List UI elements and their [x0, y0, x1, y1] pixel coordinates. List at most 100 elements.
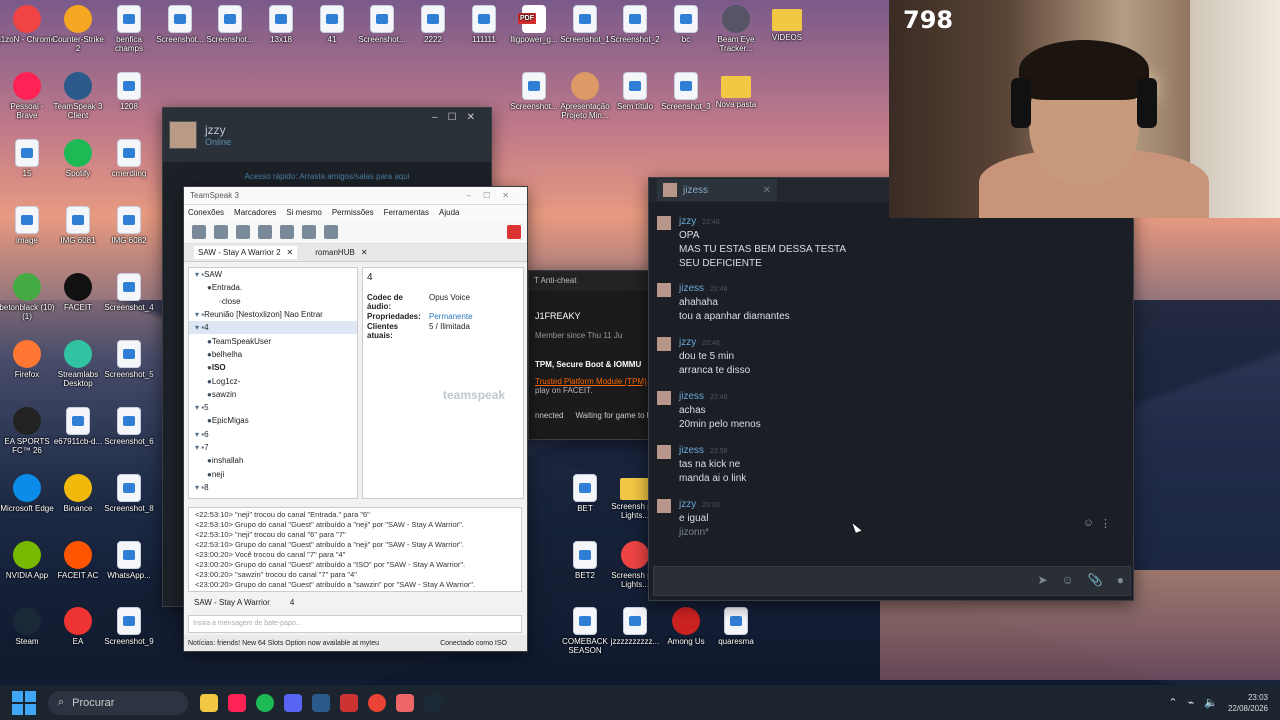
message-author[interactable]: jizess 22:48: [679, 391, 728, 402]
desktop-icon[interactable]: benfica champs: [101, 5, 157, 53]
steam-icon[interactable]: [424, 693, 442, 712]
close-icon[interactable]: ✕: [763, 185, 771, 196]
away-icon[interactable]: [258, 224, 272, 239]
client-row[interactable]: ● inshallah: [189, 454, 357, 467]
desktop-icon[interactable]: 41: [304, 5, 360, 44]
desktop-icon[interactable]: Microsoft Edge: [0, 474, 55, 513]
desktop-icon[interactable]: betonblack (10) (1): [0, 273, 55, 321]
chat-tab-jizess[interactable]: jizess ✕: [657, 179, 777, 201]
desktop-icon[interactable]: Screenshot...: [354, 5, 410, 44]
desktop-icon[interactable]: IMG 6082: [101, 206, 157, 245]
teamspeak-window-controls[interactable]: –☐✕: [467, 191, 527, 200]
brave-icon[interactable]: [228, 693, 246, 712]
desktop-icon[interactable]: Screenshot_6: [101, 407, 157, 446]
desktop-icon[interactable]: Firefox: [0, 340, 55, 379]
desktop-icon[interactable]: Among Us: [658, 607, 714, 646]
faceit-username[interactable]: J1FREAKY: [535, 311, 651, 321]
tab-server-1[interactable]: SAW - Stay A Warrior 2 ✕: [194, 246, 298, 259]
emoji-icon[interactable]: ☺: [1062, 573, 1074, 587]
desktop-icon[interactable]: Sem título: [607, 72, 663, 111]
client-row[interactable]: ◦ close: [189, 295, 357, 308]
desktop-icon[interactable]: Screenshot_9: [101, 607, 157, 646]
taskbar-search[interactable]: ⌕ Procurar: [48, 690, 188, 715]
chat-input[interactable]: Insira a mensagem de bate-papo...: [188, 615, 522, 633]
desktop-icon[interactable]: Screenshot...: [202, 5, 258, 44]
menu-item[interactable]: Ferramentas: [384, 208, 429, 217]
client-row[interactable]: ● EpicMigas: [189, 414, 357, 427]
client-row[interactable]: ● sawzin: [189, 388, 357, 401]
spotify-icon[interactable]: [256, 693, 274, 712]
mute-mic-icon[interactable]: [324, 224, 338, 239]
menu-item[interactable]: Si mesmo: [286, 208, 322, 217]
client-row[interactable]: ● Entrada.: [189, 281, 357, 294]
client-row[interactable]: ● neji: [189, 467, 357, 480]
faceit-ac-icon[interactable]: [340, 693, 358, 712]
close-icon[interactable]: ✕: [287, 248, 294, 257]
teamspeak-icon[interactable]: [312, 693, 330, 712]
desktop-icon[interactable]: BET: [557, 474, 613, 513]
desktop-icon[interactable]: IMG 6081: [50, 206, 106, 245]
desktop-icon[interactable]: Screenshot_5: [101, 340, 157, 379]
desktop-icon[interactable]: Counter-Strike 2: [50, 5, 106, 53]
channel-row[interactable]: ▾ ▪ 4: [189, 321, 357, 335]
more-options-icon[interactable]: ⋮: [1100, 517, 1111, 530]
message-author[interactable]: jzzy 23:03: [679, 499, 720, 510]
windows-start-icon[interactable]: [12, 690, 36, 715]
channel-row[interactable]: ▾ ▪ 7: [189, 441, 357, 454]
close-icon[interactable]: ✕: [361, 248, 368, 257]
contacts-icon[interactable]: [302, 224, 316, 239]
desktop-icon[interactable]: FACEIT AC: [50, 541, 106, 580]
emoji-react-icon[interactable]: ☺: [1083, 517, 1094, 530]
bookmark-icon[interactable]: [214, 224, 228, 239]
desktop-icon[interactable]: j1zoN - Chrome: [0, 5, 55, 44]
menu-item[interactable]: Ajuda: [439, 208, 459, 217]
desktop-icon[interactable]: jzzzzzzzzzz...: [607, 607, 663, 646]
desktop-icon[interactable]: VIDEOS: [759, 5, 815, 42]
volume-icon[interactable]: 🔈: [1204, 696, 1218, 709]
friends-username[interactable]: jzzy: [205, 123, 231, 137]
menu-item[interactable]: Conexões: [188, 208, 224, 217]
attach-icon[interactable]: 📎: [1088, 573, 1103, 587]
chat-message-input[interactable]: ➤ ☺ 📎 ●: [653, 566, 1131, 596]
desktop-icon[interactable]: Streamlabs Desktop: [50, 340, 106, 388]
file-explorer-icon[interactable]: [200, 693, 218, 712]
desktop-icon[interactable]: quaresma: [708, 607, 764, 646]
desktop-icon[interactable]: Beam Eye Tracker...: [708, 5, 764, 53]
desktop-icon[interactable]: Screenshot...: [506, 72, 562, 111]
desktop-icon[interactable]: WhatsApp...: [101, 541, 157, 580]
desktop-icon[interactable]: cmerdling: [101, 139, 157, 178]
chat-icon[interactable]: [280, 224, 294, 239]
desktop-icon[interactable]: Apresentação Projeto Min...: [557, 72, 613, 120]
faceit-tpm-link[interactable]: Trusted Platform Module (TPM): [535, 377, 651, 386]
desktop-icon[interactable]: Nova pasta: [708, 72, 764, 109]
desktop-icon[interactable]: EA: [50, 607, 106, 646]
send-icon[interactable]: ➤: [1037, 573, 1047, 587]
desktop-icon[interactable]: NVIDIA App: [0, 541, 55, 580]
avatar[interactable]: [657, 337, 671, 351]
clock[interactable]: 23:03 22/08/2026: [1228, 692, 1268, 714]
desktop-icon[interactable]: Screenshot_2: [607, 5, 663, 44]
connect-icon[interactable]: [192, 224, 206, 239]
desktop-icon[interactable]: BET2: [557, 541, 613, 580]
tray-expand-icon[interactable]: ⌃: [1168, 696, 1177, 709]
avatar[interactable]: [657, 499, 671, 513]
message-author[interactable]: jzzy 22:48: [679, 216, 720, 227]
desktop-icon[interactable]: TeamSpeak 3 Client: [50, 72, 106, 120]
desktop-icon[interactable]: 15: [0, 139, 55, 178]
channel-tree[interactable]: ▾ ▪ SAW ● Entrada. ◦ close ▾ ▪ Reunião [Nes…: [188, 267, 358, 499]
chrome-icon[interactable]: [368, 693, 386, 712]
channel-row[interactable]: ▾ ▪ 6: [189, 428, 357, 441]
desktop-icon[interactable]: lligpower_g...: [506, 5, 562, 44]
desktop-icon[interactable]: Binance: [50, 474, 106, 513]
steam-chat-icon[interactable]: [396, 693, 414, 712]
desktop-icon[interactable]: Screenshot_1: [557, 5, 613, 44]
channel-row[interactable]: ▾ ▪ SAW: [189, 268, 357, 281]
desktop-icon[interactable]: Screenshot_3: [658, 72, 714, 111]
desktop-icon[interactable]: FACEIT: [50, 273, 106, 312]
channel-row[interactable]: ▾ ▪ 5: [189, 401, 357, 414]
desktop-icon[interactable]: COMEBACK SEASON: [557, 607, 613, 655]
avatar[interactable]: [657, 445, 671, 459]
channel-row[interactable]: ▾ ▪ 8: [189, 481, 357, 494]
desktop-icon[interactable]: EA SPORTS FC™ 26: [0, 407, 55, 455]
desktop-icon[interactable]: Screenshot_4: [101, 273, 157, 312]
